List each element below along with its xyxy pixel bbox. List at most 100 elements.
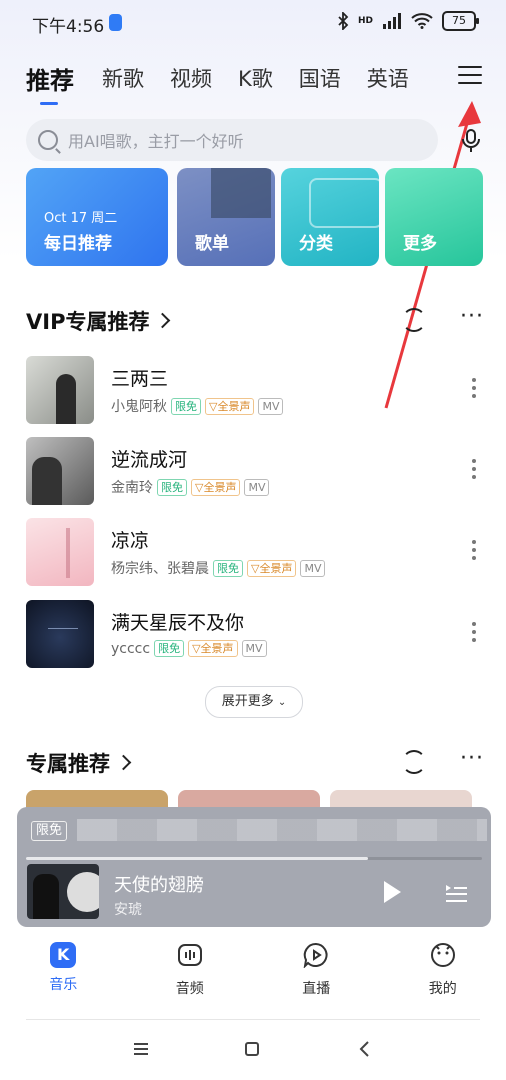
song-more-icon[interactable] [472,459,476,483]
player-artist: 安琥 [114,902,142,918]
category-card[interactable]: 分类 [281,168,379,266]
nav-profile-label: 我的 [428,981,457,997]
spatial-audio-badge: ▽全景声 [247,559,297,577]
song-cover [26,356,94,424]
chevron-right-icon [155,312,171,329]
profile-icon [430,943,455,967]
tab-english[interactable]: 英语 [367,63,409,93]
back-icon[interactable] [358,1040,370,1058]
playlist-card[interactable]: 歌单 [177,168,275,266]
network-type-label: HD [357,16,373,26]
playlist-queue-icon[interactable] [445,882,467,904]
song-row[interactable]: 三两三 小鬼阿秋 限免 ▽全景声 MV [26,356,486,426]
song-cover [26,437,94,505]
free-badge: 限免 [154,640,185,657]
mv-badge: MV [300,559,326,577]
exclusive-section-header[interactable]: 专属推荐 [26,748,132,778]
spatial-audio-badge: ▽全景声 [205,397,255,415]
song-artist: 金南玲 [111,480,153,496]
daily-recommend-card[interactable]: Oct 17 周二 每日推荐 [26,168,168,266]
recent-apps-icon[interactable] [132,1042,150,1056]
audio-icon [177,944,202,966]
spatial-audio-badge: ▽全景声 [191,478,241,496]
more-options-icon[interactable]: ··· [460,748,484,770]
menu-icon[interactable] [458,66,482,86]
chevron-right-icon [115,754,132,771]
song-artist: ycccc [111,640,151,657]
song-cover [26,518,94,586]
song-title: 逆流成河 [111,449,188,471]
live-icon [303,942,328,969]
status-icons: HD 75 [337,11,479,31]
daily-date: Oct 17 周二 [44,211,118,226]
song-more-icon[interactable] [472,622,476,646]
more-label: 更多 [403,234,437,254]
mv-badge: MV [244,478,270,496]
song-artist: 小鬼阿秋 [111,399,167,415]
music-k-icon: K [50,942,77,968]
tab-mandarin[interactable]: 国语 [299,63,341,93]
vip-section-title: VIP专属推荐 [26,310,150,334]
nav-divider [26,1019,480,1020]
song-row[interactable]: 凉凉 杨宗纬、张碧晨 限免 ▽全景声 MV [26,518,486,588]
app-notification-icon [109,14,122,31]
search-input[interactable]: 用AI唱歌，主打一个好听 [68,128,244,152]
nav-music[interactable]: K 音乐 [0,940,127,1010]
song-more-icon[interactable] [472,540,476,564]
play-icon[interactable] [384,881,401,903]
tab-videos[interactable]: 视频 [170,63,212,93]
category-tabs: 推荐 新歌 视频 K歌 国语 英语 [26,58,466,105]
chevron-down-icon: ⌄ [277,697,287,708]
song-row[interactable]: 满天星辰不及你 ycccc 限免 ▽全景声 MV [26,600,486,670]
nav-audio[interactable]: 音频 [127,940,254,1010]
mv-badge: MV [258,397,284,415]
song-title: 满天星辰不及你 [111,612,245,634]
song-row[interactable]: 逆流成河 金南玲 限免 ▽全景声 MV [26,437,486,507]
wifi-icon [411,13,433,29]
player-song-title: 天使的翅膀 [114,875,204,896]
nav-live-label: 直播 [302,981,331,997]
song-title: 凉凉 [111,530,150,552]
song-title: 三两三 [111,368,169,390]
exclusive-section-title: 专属推荐 [26,752,110,776]
tab-new-songs[interactable]: 新歌 [102,63,144,93]
free-badge: 限免 [171,397,201,415]
system-navigation-bar [0,1032,506,1072]
status-time: 下午4:56 [32,17,105,37]
refresh-icon[interactable] [402,750,426,774]
home-icon[interactable] [244,1041,260,1057]
search-icon [38,130,58,150]
playlist-label: 歌单 [195,234,229,254]
status-bar: 下午4:56 HD 75 [0,0,506,46]
expand-more-button[interactable]: 展开更多 ⌄ [205,686,303,718]
song-more-icon[interactable] [472,378,476,402]
nav-live[interactable]: 直播 [253,940,380,1010]
vip-section-header[interactable]: VIP专属推荐 [26,306,171,336]
refresh-icon[interactable] [402,308,426,332]
nav-audio-label: 音频 [175,981,204,997]
song-cover [26,600,94,668]
nav-music-label: 音乐 [49,977,78,993]
nav-profile[interactable]: 我的 [380,940,506,1010]
search-bar[interactable]: 用AI唱歌，主打一个好听 [26,119,438,161]
category-label: 分类 [299,234,333,254]
mv-badge: MV [241,640,267,657]
bottom-navigation: K 音乐 音频 直播 我的 [0,940,506,1010]
tab-recommend[interactable]: 推荐 [26,61,74,105]
free-badge: 限免 [157,478,187,496]
free-badge: 限免 [213,559,243,577]
bluetooth-icon [338,12,349,30]
more-card[interactable]: 更多 [385,168,483,266]
signal-icon [383,13,401,29]
battery-indicator: 75 [442,11,479,31]
playback-progress[interactable] [26,857,482,860]
daily-label: 每日推荐 [44,234,112,254]
spatial-audio-badge: ▽全景声 [188,640,238,657]
blurred-lyrics [77,819,487,841]
song-artist: 杨宗纬、张碧晨 [111,561,209,577]
player-free-badge: 限免 [31,821,68,841]
more-options-icon[interactable]: ··· [460,306,484,328]
voice-search-icon[interactable] [458,126,484,154]
tab-karaoke[interactable]: K歌 [238,63,273,93]
mini-player[interactable]: 限免 天使的翅膀 安琥 [17,807,491,927]
